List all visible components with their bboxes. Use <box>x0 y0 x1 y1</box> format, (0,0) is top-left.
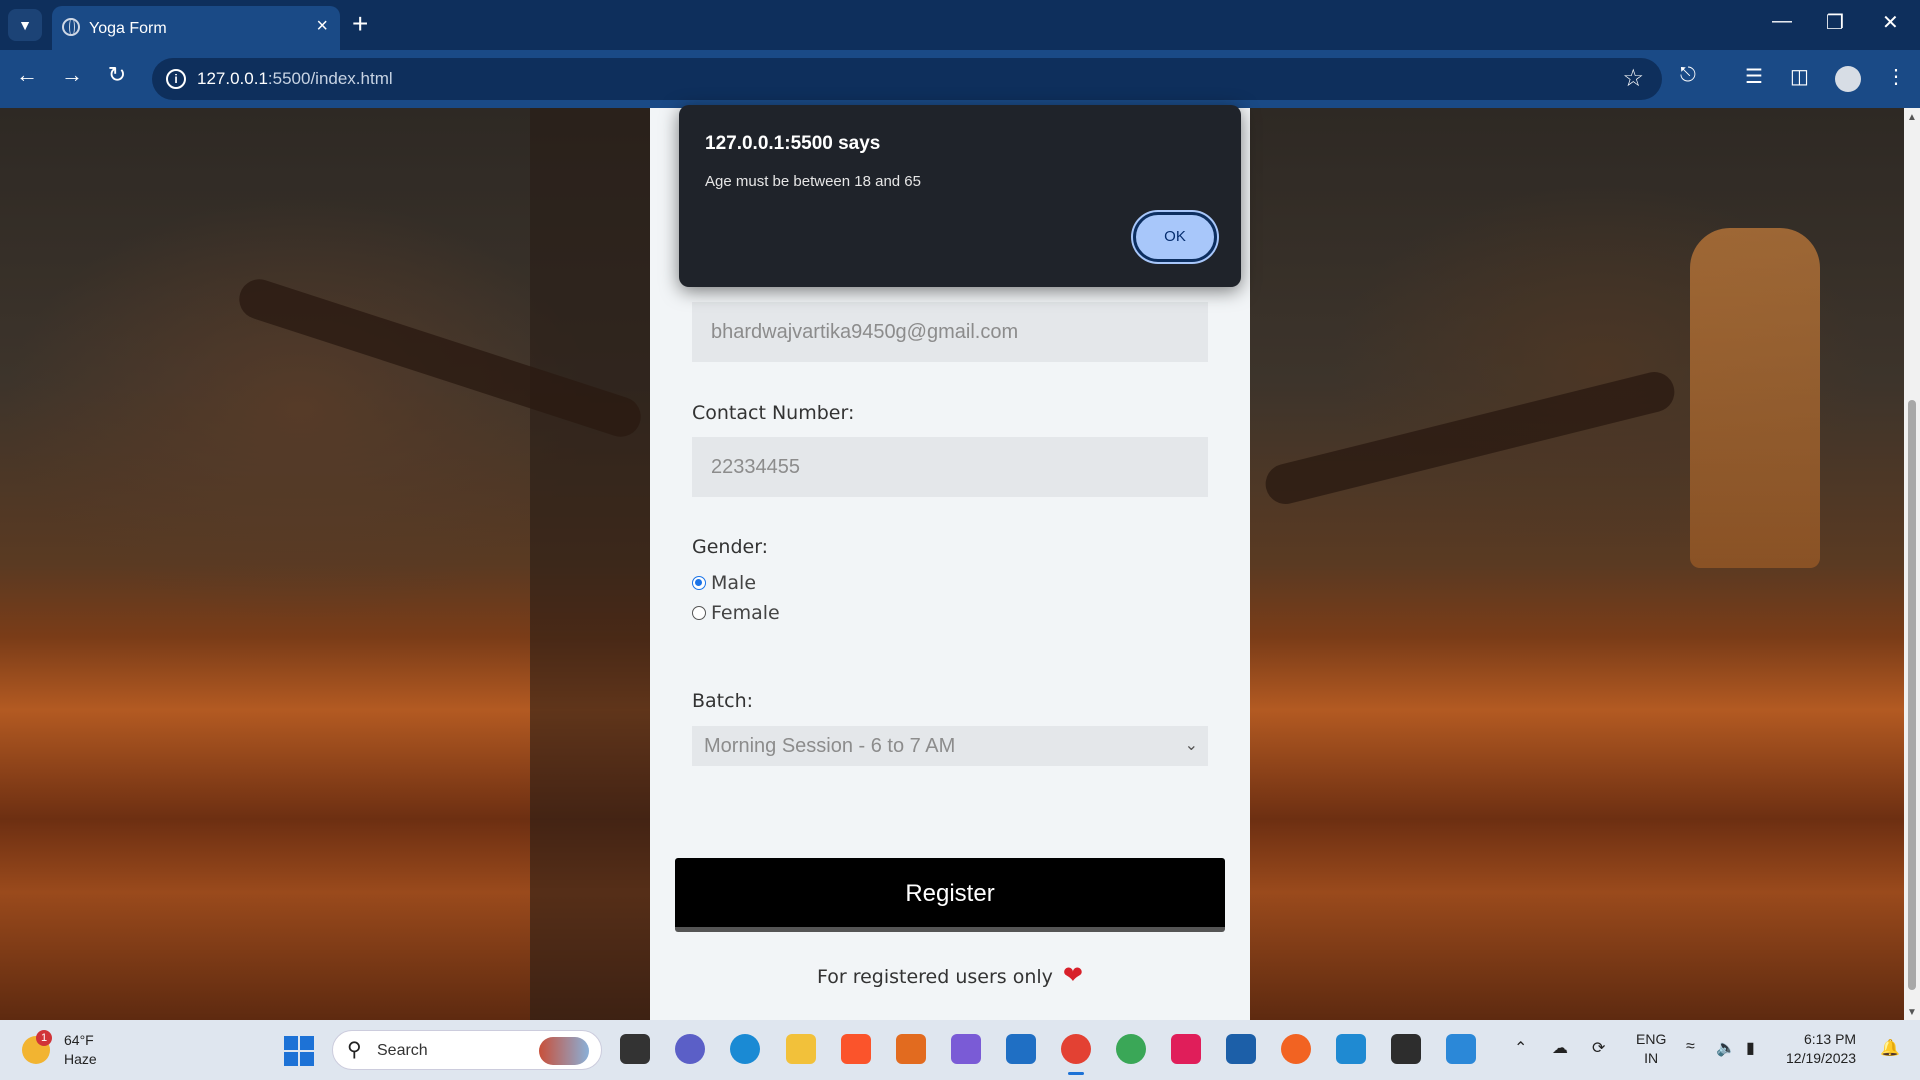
postman-icon[interactable] <box>1281 1034 1311 1064</box>
background-arm-right <box>1261 367 1679 509</box>
mysql-icon[interactable] <box>1226 1034 1256 1064</box>
chrome-active-indicator <box>1068 1072 1084 1075</box>
tab-title: Yoga Form <box>89 20 167 37</box>
footnote-text: For registered users only <box>816 966 1053 988</box>
wifi-icon[interactable]: ≈ <box>1686 1038 1695 1056</box>
vscode-icon[interactable] <box>1336 1034 1366 1064</box>
chrome-profile-icon[interactable] <box>1116 1034 1146 1064</box>
page-scrollbar[interactable]: ▲ ▼ <box>1904 108 1920 1020</box>
globe-icon <box>62 18 80 36</box>
minimize-icon[interactable]: — <box>1772 10 1792 33</box>
contact-label: Contact Number: <box>692 402 855 424</box>
teams-icon[interactable] <box>675 1034 705 1064</box>
windows-taskbar: 1 64°F Haze ⚲ Search ⌃ ☁ ⟳ ENG IN ≈ 🔈 ▮ … <box>0 1020 1920 1080</box>
media-icon[interactable]: ☰ <box>1745 64 1763 89</box>
sync-icon[interactable]: ⟳ <box>1592 1038 1605 1058</box>
batch-label: Batch: <box>692 690 754 712</box>
scroll-up-icon[interactable]: ▲ <box>1907 112 1917 123</box>
reload-icon[interactable]: ↻ <box>100 62 134 88</box>
search-icon: ⚲ <box>347 1039 362 1061</box>
start-button[interactable] <box>284 1036 314 1066</box>
email-field[interactable]: bhardwajvartika9450g@gmail.com <box>692 302 1208 362</box>
lang-code: ENG <box>1636 1031 1667 1047</box>
weather-cond: Haze <box>64 1051 97 1067</box>
taskbar-search[interactable]: ⚲ Search <box>332 1030 602 1070</box>
close-icon[interactable]: × <box>316 15 328 38</box>
url-text[interactable]: 127.0.0.1:5500/index.html <box>197 69 393 89</box>
weather-badge: 1 <box>36 1030 52 1046</box>
side-panel-icon[interactable]: ◫ <box>1790 64 1809 89</box>
new-tab-icon[interactable]: + <box>352 8 368 40</box>
taskbar-search-label: Search <box>377 1042 428 1059</box>
brave-icon[interactable] <box>841 1034 871 1064</box>
mail-icon[interactable] <box>1006 1034 1036 1064</box>
window-close-icon[interactable]: ✕ <box>1882 10 1899 35</box>
gender-option-male[interactable]: Male <box>692 572 756 594</box>
forward-icon[interactable]: → <box>55 62 89 88</box>
battery-icon[interactable]: ▮ <box>1746 1038 1755 1058</box>
clock-date: 12/19/2023 <box>1786 1050 1857 1066</box>
whiteboard-icon[interactable] <box>1446 1034 1476 1064</box>
extensions-icon[interactable]: ⎋ <box>1680 64 1696 87</box>
terminal-icon[interactable] <box>1391 1034 1421 1064</box>
search-highlight-icon <box>539 1037 589 1065</box>
site-info-icon[interactable]: i <box>166 69 186 89</box>
onedrive-icon[interactable]: ☁ <box>1552 1038 1568 1058</box>
address-bar[interactable]: i 127.0.0.1:5500/index.html ☆ <box>152 58 1662 100</box>
volume-icon[interactable]: 🔈 <box>1716 1038 1736 1058</box>
radio-male[interactable] <box>692 576 706 590</box>
file-explorer-icon[interactable] <box>786 1034 816 1064</box>
url-host: 127.0.0.1 <box>197 69 268 88</box>
language-indicator[interactable]: ENG IN <box>1636 1030 1666 1068</box>
clock[interactable]: 6:13 PM 12/19/2023 <box>1786 1030 1856 1068</box>
clock-time: 6:13 PM <box>1803 1031 1857 1047</box>
radio-female[interactable] <box>692 606 706 620</box>
url-path: :5500/index.html <box>267 69 393 88</box>
gender-female-label: Female <box>711 602 780 624</box>
batch-select-value: Morning Session - 6 to 7 AM <box>704 735 956 757</box>
gender-male-label: Male <box>711 572 757 594</box>
slack-icon[interactable] <box>1171 1034 1201 1064</box>
weather-temp: 64°F <box>64 1032 94 1048</box>
matlab-icon[interactable] <box>896 1034 926 1064</box>
register-button[interactable]: Register <box>675 858 1225 932</box>
copilot-icon[interactable] <box>951 1034 981 1064</box>
notification-icon[interactable]: 🔔 <box>1880 1038 1900 1058</box>
bookmark-star-icon[interactable]: ☆ <box>1622 64 1644 93</box>
batch-select[interactable]: Morning Session - 6 to 7 AM ⌄ <box>692 726 1208 766</box>
restore-icon[interactable]: ❐ <box>1826 10 1844 35</box>
gender-label: Gender: <box>692 536 769 558</box>
lang-region: IN <box>1644 1050 1659 1066</box>
dialog-title: 127.0.0.1:5500 says <box>705 133 881 154</box>
profile-avatar[interactable] <box>1835 66 1861 92</box>
edge-icon[interactable] <box>730 1034 760 1064</box>
back-icon[interactable]: ← <box>10 62 44 88</box>
contact-number-field[interactable]: 22334455 <box>692 437 1208 497</box>
background-cloth <box>1690 228 1820 568</box>
menu-icon[interactable]: ⋮ <box>1886 64 1906 89</box>
tab-yoga-form[interactable]: Yoga Form × <box>52 6 340 50</box>
browser-toolbar: ← → ↻ i 127.0.0.1:5500/index.html ☆ ⎋ ☰ … <box>0 50 1920 108</box>
gender-option-female[interactable]: Female <box>692 602 780 624</box>
tab-search-icon[interactable]: ▼ <box>8 9 42 41</box>
dialog-message: Age must be between 18 and 65 <box>705 173 921 190</box>
chevron-down-icon: ⌄ <box>1184 737 1198 754</box>
scroll-down-icon[interactable]: ▼ <box>1907 1007 1917 1018</box>
footnote: For registered users only ❤ <box>650 961 1250 989</box>
browser-titlebar: ▼ Yoga Form × + — ❐ ✕ <box>0 0 1920 50</box>
chrome-icon[interactable] <box>1061 1034 1091 1064</box>
tray-overflow-icon[interactable]: ⌃ <box>1514 1038 1527 1058</box>
background-figure <box>530 108 660 1020</box>
task-view-icon[interactable] <box>620 1034 650 1064</box>
weather-widget[interactable]: 1 64°F Haze <box>22 1030 112 1070</box>
alert-dialog: 127.0.0.1:5500 says Age must be between … <box>679 105 1241 287</box>
scrollbar-thumb[interactable] <box>1908 400 1916 990</box>
ok-button[interactable]: OK <box>1133 212 1217 262</box>
heart-icon: ❤ <box>1062 961 1084 989</box>
